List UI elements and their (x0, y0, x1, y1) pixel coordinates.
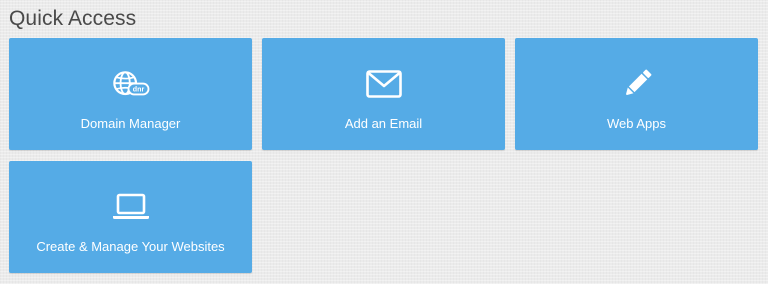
add-email-tile[interactable]: Add an Email (262, 38, 505, 150)
laptop-icon (111, 189, 151, 225)
globe-dnr-icon: dnr (111, 66, 151, 102)
create-manage-websites-label: Create & Manage Your Websites (36, 239, 225, 254)
add-email-label: Add an Email (344, 116, 423, 131)
domain-manager-tile[interactable]: dnr Domain Manager (9, 38, 252, 150)
web-apps-label: Web Apps (606, 116, 667, 131)
section-title: Quick Access (9, 7, 137, 30)
web-apps-tile[interactable]: Web Apps (515, 38, 758, 150)
pencil-icon (617, 66, 657, 102)
dnr-badge-text: dnr (132, 86, 144, 94)
domain-manager-label: Domain Manager (80, 116, 181, 131)
create-manage-websites-tile[interactable]: Create & Manage Your Websites (9, 161, 252, 273)
quick-access-grid: dnr Domain Manager Add an Email Web Apps… (9, 38, 759, 273)
envelope-icon (364, 66, 404, 102)
